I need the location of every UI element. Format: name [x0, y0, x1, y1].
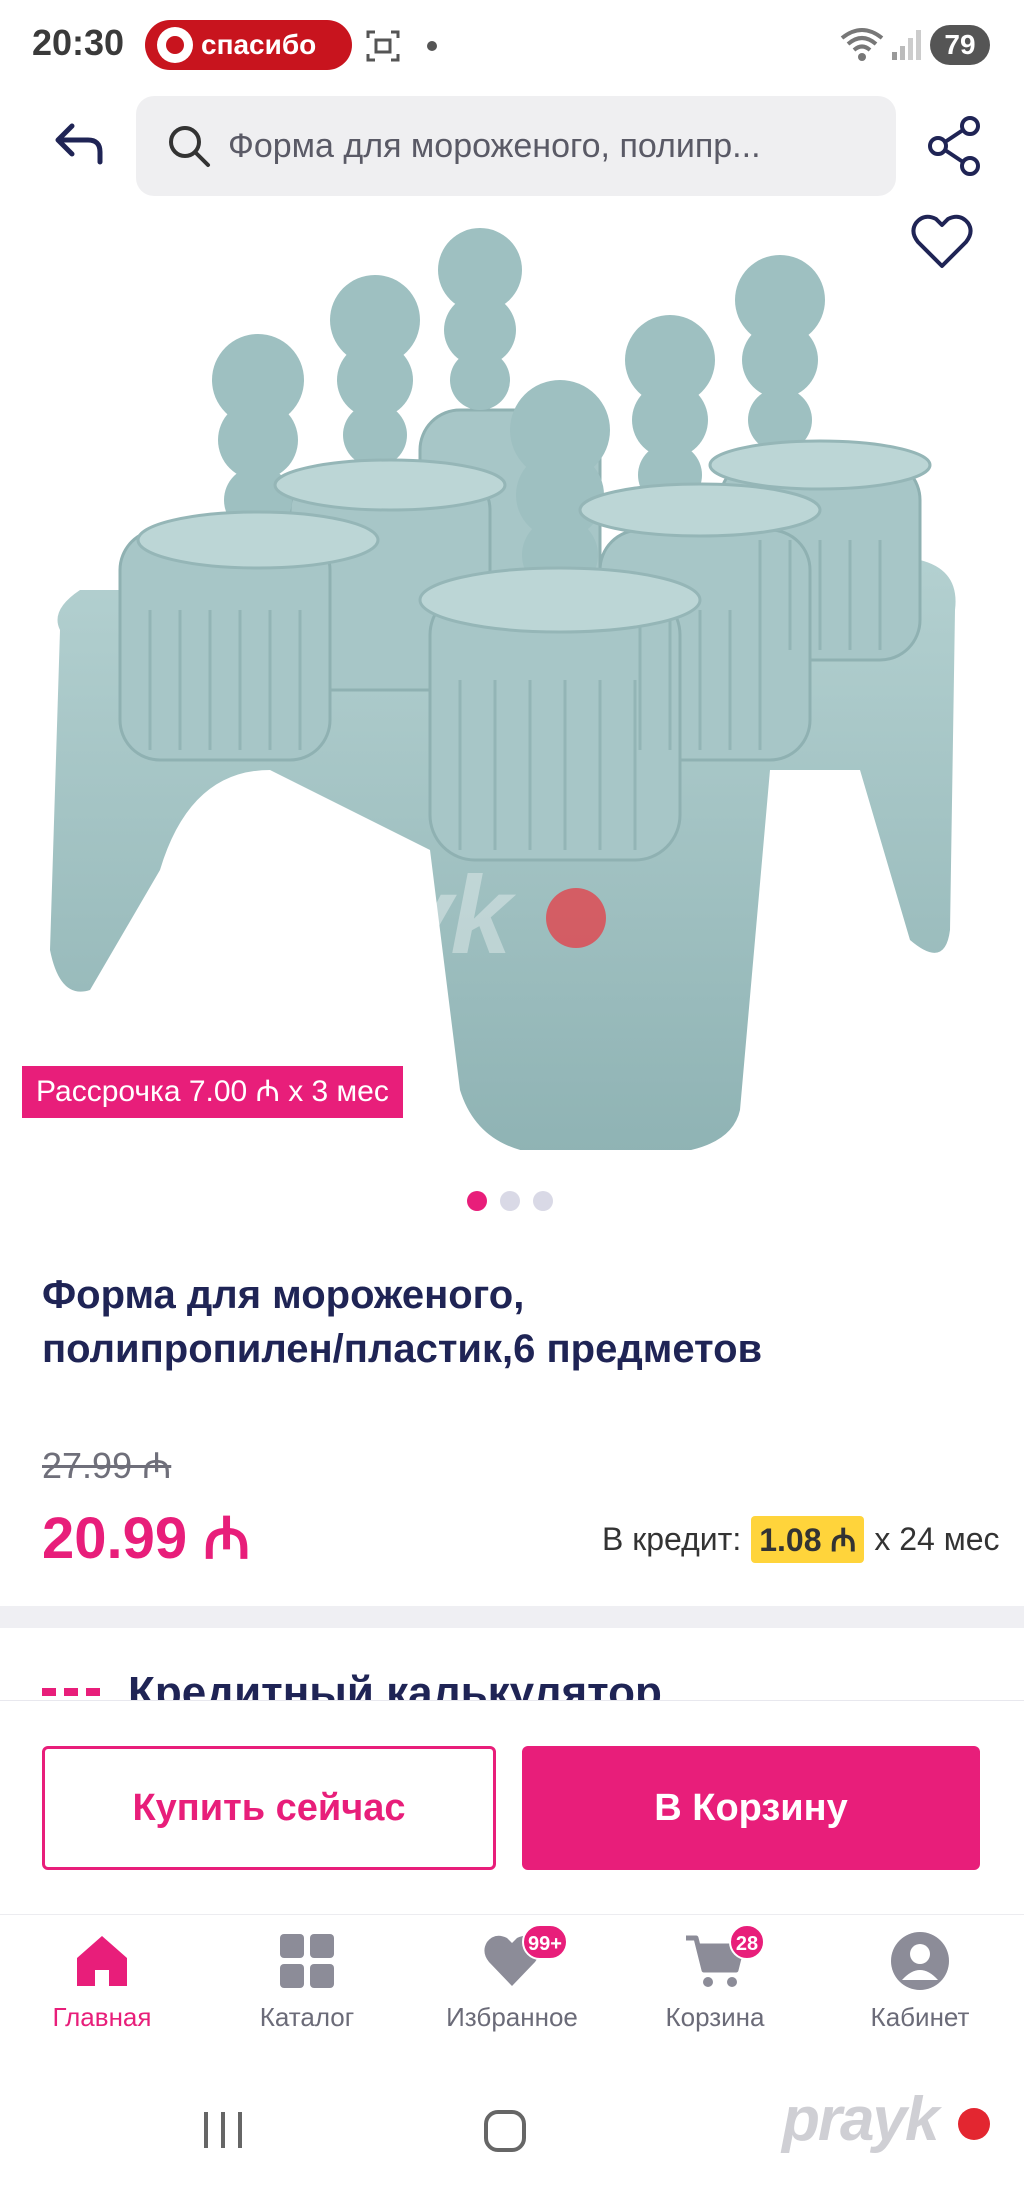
search-icon [169, 126, 210, 167]
product-image[interactable] [40, 210, 1000, 1150]
current-price: 20.99 ₼ [42, 1506, 251, 1571]
recents-icon[interactable] [200, 2110, 246, 2150]
credit-amount: 1.08 ₼ [751, 1516, 865, 1563]
nav-favorites[interactable]: Избранное 99+ [412, 1924, 612, 2060]
nav-label-cart: Корзина [665, 2002, 765, 2032]
favorites-count-badge: 99+ [522, 1924, 568, 1960]
search-input[interactable]: Форма для мороженого, полипр... [228, 127, 868, 166]
product-title-line2: полипропилен/пластик,6 предметов [42, 1327, 763, 1371]
gallery-dot-2[interactable] [500, 1191, 520, 1211]
nav-label-home: Главная [52, 2002, 152, 2032]
screen-record-icon [366, 30, 400, 62]
nav-label-profile: Кабинет [870, 2002, 970, 2032]
catalog-grid-icon [280, 1934, 334, 1988]
battery-level: 79 [930, 25, 990, 65]
back-arrow-icon[interactable] [48, 112, 114, 178]
old-price: 27.99 ₼ [42, 1445, 172, 1486]
buy-now-button[interactable]: Купить сейчас [42, 1746, 496, 1870]
watermark-corner-text: prayk [782, 2085, 939, 2154]
wifi-icon [840, 28, 884, 61]
installment-badge: Рассрочка 7.00 ₼ x 3 мес [22, 1066, 403, 1118]
home-system-icon[interactable] [482, 2108, 528, 2154]
home-icon [77, 1936, 127, 1986]
signal-icon [892, 30, 921, 60]
gallery-dot-3[interactable] [533, 1191, 553, 1211]
credit-term: x 24 мес [874, 1521, 1000, 1557]
watermark-corner-dot [958, 2108, 990, 2140]
product-title-line1: Форма для мороженого, [42, 1273, 525, 1317]
credit-label: В кредит: [602, 1521, 742, 1557]
nav-label-catalog: Каталог [259, 2002, 355, 2032]
watermark-dot [546, 888, 606, 948]
section-divider [0, 1606, 1024, 1628]
search-bar[interactable]: Форма для мороженого, полипр... [136, 96, 896, 196]
calculator-icon [42, 1688, 100, 1696]
product-title: Форма для мороженого, полипропилен/пласт… [42, 1268, 942, 1376]
nav-catalog[interactable]: Каталог [207, 1930, 407, 2060]
credit-info[interactable]: В кредит: 1.08 ₼ x 24 мес [602, 1516, 999, 1563]
status-time: 20:30 [32, 22, 125, 63]
nav-profile[interactable]: Кабинет [820, 1930, 1020, 2060]
notification-dot [427, 41, 437, 51]
spasibo-logo-icon [157, 27, 193, 63]
nav-cart[interactable]: Корзина 28 [615, 1924, 815, 2060]
share-icon[interactable] [924, 114, 988, 178]
gallery-dot-1[interactable] [467, 1191, 487, 1211]
promo-pill-label: спасибо [201, 29, 317, 60]
watermark-text: prayk [226, 854, 512, 977]
cart-count-badge: 28 [729, 1924, 765, 1960]
promo-pill[interactable]: спасибо [145, 20, 352, 70]
credit-calculator-label: Кредитный калькулятор [128, 1668, 662, 1702]
nav-home[interactable]: Главная [2, 1930, 202, 2060]
profile-icon [891, 1932, 949, 1990]
credit-calculator-row[interactable]: Кредитный калькулятор [42, 1668, 1002, 1702]
nav-label-favorites: Избранное [446, 2002, 578, 2032]
add-to-cart-button[interactable]: В Корзину [522, 1746, 980, 1870]
